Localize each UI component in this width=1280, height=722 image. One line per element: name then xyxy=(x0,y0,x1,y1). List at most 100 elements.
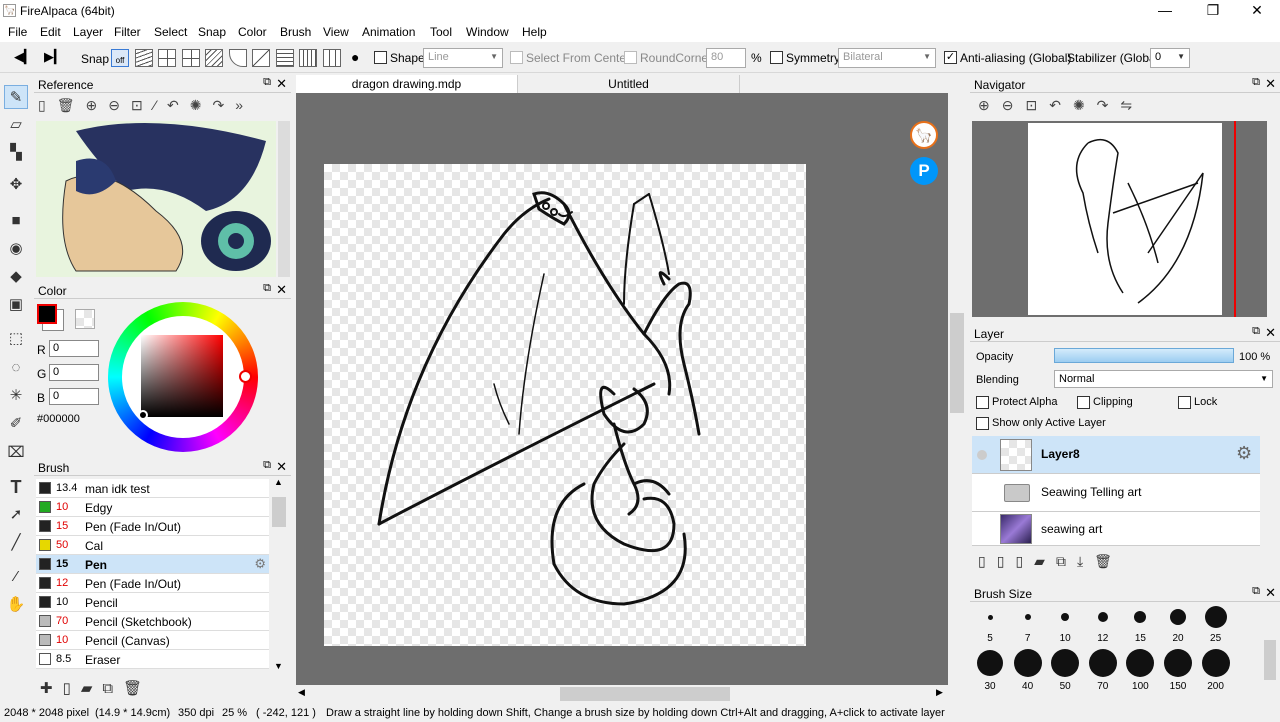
brush-size-dot[interactable] xyxy=(1204,606,1227,628)
drawing-canvas[interactable] xyxy=(324,164,806,646)
magic-wand-icon[interactable]: ✳ xyxy=(4,384,28,408)
shape-dropdown[interactable]: Line ▼ xyxy=(423,48,503,68)
new-layer-icon[interactable]: ▯ xyxy=(978,553,997,569)
hand-tool-icon[interactable]: ✋ xyxy=(4,593,28,617)
maximize-button[interactable]: ❐ xyxy=(1190,0,1236,22)
clipping-checkbox[interactable] xyxy=(1077,396,1090,409)
chevron-down-icon[interactable]: ▼ xyxy=(274,661,283,671)
tab-untitled[interactable]: Untitled xyxy=(518,75,740,93)
next-frame-icon[interactable]: ▶▎ xyxy=(44,49,64,65)
divide-tool-icon[interactable]: ╱ xyxy=(4,531,28,555)
stabilizer-dropdown[interactable]: 0 ▼ xyxy=(1150,48,1190,68)
layer-row[interactable]: seawing art xyxy=(972,512,1260,546)
menu-window[interactable]: Window xyxy=(466,25,509,39)
snap-off-button[interactable]: off xyxy=(111,49,129,67)
menu-help[interactable]: Help xyxy=(522,25,547,39)
brush-size-dot[interactable] xyxy=(1051,649,1080,677)
zoom-out-icon[interactable]: ⊖ xyxy=(108,97,131,113)
brush-size-dot[interactable] xyxy=(1164,649,1192,677)
symmetry-dropdown[interactable]: Bilateral ▼ xyxy=(838,48,936,68)
menu-brush[interactable]: Brush xyxy=(280,25,311,39)
menu-snap[interactable]: Snap xyxy=(198,25,226,39)
brush-size-dot[interactable] xyxy=(987,614,993,620)
folder-icon[interactable]: ▰ xyxy=(81,680,103,697)
saturation-value-square[interactable] xyxy=(141,335,223,417)
snap-radial-icon[interactable] xyxy=(252,49,270,67)
layer-row[interactable]: Layer8 ⚙ xyxy=(972,436,1260,474)
gear-icon[interactable]: ⚙ xyxy=(1236,443,1252,464)
shape-checkbox[interactable] xyxy=(374,51,387,64)
hue-wheel[interactable] xyxy=(108,302,258,452)
eraser-tool-icon[interactable]: ▱ xyxy=(4,113,28,137)
snap-cross-icon[interactable] xyxy=(158,49,176,67)
menu-select[interactable]: Select xyxy=(154,25,187,39)
delete-layer-icon[interactable]: 🗑 xyxy=(1094,553,1123,569)
select-eraser-icon[interactable]: ⌧ xyxy=(4,441,28,465)
chevron-right-icon[interactable]: ▶ xyxy=(936,687,943,698)
brush-item[interactable]: 50 Cal xyxy=(36,536,269,555)
snap-grid-icon[interactable] xyxy=(276,49,294,67)
b-input[interactable]: 0 xyxy=(49,388,99,405)
hue-cursor[interactable] xyxy=(239,370,252,383)
flip-icon[interactable]: ⇋ xyxy=(1120,97,1144,113)
menu-edit[interactable]: Edit xyxy=(40,25,61,39)
close-icon[interactable]: ✕ xyxy=(276,459,287,475)
symmetry-checkbox[interactable] xyxy=(770,51,783,64)
rect-fill-icon[interactable]: ■ xyxy=(4,209,28,233)
fit-icon[interactable]: ⊡ xyxy=(1025,97,1049,113)
brush-size-dot[interactable] xyxy=(1201,649,1230,677)
operation-tool-icon[interactable]: ➚ xyxy=(4,503,28,527)
trash-icon[interactable]: 🗑 xyxy=(123,680,152,697)
reset-rotate-icon[interactable]: ✺ xyxy=(190,97,213,113)
add-brush-icon[interactable]: ✚ xyxy=(40,680,63,697)
menu-layer[interactable]: Layer xyxy=(73,25,103,39)
sv-cursor[interactable] xyxy=(138,410,148,420)
move-tool-icon[interactable]: ✥ xyxy=(4,173,28,197)
antialias-checkbox[interactable]: ✓ xyxy=(944,51,957,64)
roundcorner-checkbox[interactable] xyxy=(624,51,637,64)
brush-scrollbar[interactable]: ▲ ▼ xyxy=(270,477,288,675)
new-folder-icon[interactable]: ▰ xyxy=(1034,553,1056,569)
brush-scrollbar-thumb[interactable] xyxy=(272,497,286,527)
brush-tool-icon[interactable]: ✎ xyxy=(4,85,28,109)
float-icon[interactable]: ⧉ xyxy=(263,76,271,89)
layer-scrollbar[interactable] xyxy=(1262,436,1278,546)
rotate-right-icon[interactable]: ↷ xyxy=(213,97,236,113)
pixiv-icon[interactable]: P xyxy=(910,157,938,185)
brush-item[interactable]: 12 Pen (Fade In/Out) xyxy=(36,574,269,593)
tab-dragon-drawing[interactable]: dragon drawing.mdp xyxy=(296,75,518,93)
gradient-tool-icon[interactable]: ▣ xyxy=(4,293,28,317)
rotate-left-icon[interactable]: ↶ xyxy=(167,97,190,113)
close-icon[interactable]: ✕ xyxy=(276,282,287,298)
canvas-hscrollbar[interactable]: ◀ ▶ xyxy=(296,685,948,703)
snap-parallel-icon[interactable] xyxy=(135,49,153,67)
zoom-in-icon[interactable]: ⊕ xyxy=(978,97,1002,113)
canvas-area[interactable]: 🦙 P xyxy=(296,93,948,685)
select-rect-icon[interactable]: ⬚ xyxy=(4,327,28,351)
lock-checkbox[interactable] xyxy=(1178,396,1191,409)
eyedropper-icon[interactable]: ⁄ xyxy=(154,97,167,113)
fit-icon[interactable]: ⊡ xyxy=(131,97,154,113)
rotate-left-icon[interactable]: ↶ xyxy=(1049,97,1073,113)
reference-scrollbar[interactable] xyxy=(278,121,290,277)
minimize-button[interactable]: — xyxy=(1142,0,1188,22)
snap-point-icon[interactable]: ● xyxy=(351,49,359,65)
close-icon[interactable]: ✕ xyxy=(1265,325,1276,341)
brush-size-scrollbar[interactable] xyxy=(1262,604,1278,704)
chevron-left-icon[interactable]: ◀ xyxy=(298,687,305,698)
close-icon[interactable]: ✕ xyxy=(1265,585,1276,601)
snap-3d-icon[interactable] xyxy=(323,49,341,67)
brush-item[interactable]: 13.4 man idk test xyxy=(36,479,269,498)
duplicate-icon[interactable]: ⧉ xyxy=(102,680,123,697)
brush-item[interactable]: 15 Pen ⚙ xyxy=(36,555,269,574)
merge-down-icon[interactable]: ⤓ xyxy=(1077,553,1094,569)
canvas-vscrollbar[interactable] xyxy=(948,93,966,685)
menu-tool[interactable]: Tool xyxy=(430,25,452,39)
brush-size-dot[interactable] xyxy=(1013,649,1042,677)
alpaca-icon[interactable]: 🦙 xyxy=(910,121,938,149)
brush-item[interactable]: 10 Pencil xyxy=(36,593,269,612)
eyedropper-tool-icon[interactable]: ⁄ xyxy=(4,565,28,589)
blending-dropdown[interactable]: Normal ▼ xyxy=(1054,370,1273,388)
zoom-out-icon[interactable]: ⊖ xyxy=(1002,97,1026,113)
brush-size-scroll-thumb[interactable] xyxy=(1264,640,1276,680)
